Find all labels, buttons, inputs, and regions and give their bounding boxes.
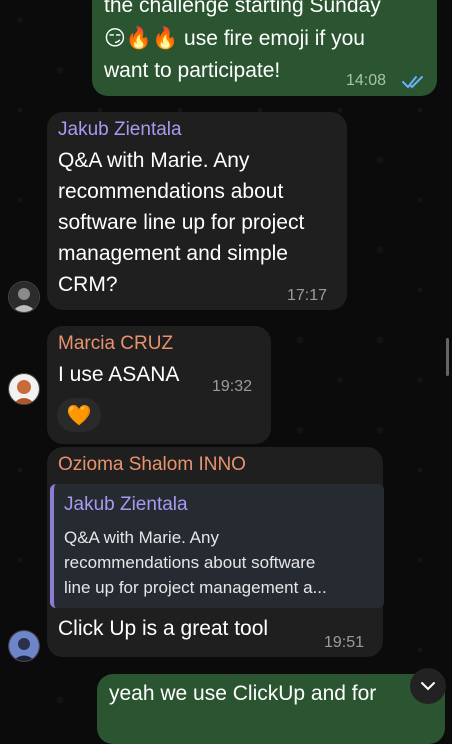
quote-sender-name: Jakub Zientala [64,494,188,515]
quote-text-line: Q&A with Marie. Any [64,528,219,547]
incoming-message-bubble[interactable]: Jakub Zientala Q&A with Marie. Any recom… [47,112,347,310]
message-text: Click Up is a great tool [58,617,269,640]
scroll-to-bottom-button[interactable] [410,668,446,704]
incoming-message-bubble[interactable]: Marcia CRUZ I use ASANA 19:32 🧡 [47,326,271,444]
quote-text-line: line up for project management a... [64,578,327,597]
message-text-line: want to participate! [104,59,281,82]
message-time: 14:08 [346,72,387,89]
sender-name[interactable]: Jakub Zientala [58,118,182,142]
message-time: 19:32 [212,378,253,395]
avatar[interactable] [8,281,40,313]
avatar[interactable] [8,630,40,662]
message-text-line: Q&A with Marie. Any [58,149,250,172]
message-time: 19:51 [324,634,365,651]
scroll-indicator[interactable] [446,338,449,376]
avatar[interactable] [8,373,40,405]
user-photo-icon [9,374,39,404]
message-text-line: software line up for project [58,211,305,234]
orange-heart-icon: 🧡 [66,404,92,427]
message-text-line: management and simple [58,242,288,265]
message-text-line: 😏🔥🔥 use fire emoji if you [104,27,365,50]
outgoing-message-bubble[interactable]: the challenge starting Sunday 😏🔥🔥 use fi… [92,0,437,96]
message-text-line: CRM? [58,273,118,296]
quote-text-line: recommendations about software [64,553,316,572]
sender-name[interactable]: Ozioma Shalom INNO [58,453,246,477]
user-photo-icon [9,282,39,312]
reaction-chip[interactable]: 🧡 [57,398,101,432]
user-photo-icon [9,631,39,661]
message-text-line: recommendations about [58,180,284,203]
outgoing-message-bubble[interactable]: yeah we use ClickUp and for [97,674,445,744]
message-time: 17:17 [287,287,328,304]
reply-quote[interactable]: Jakub Zientala Q&A with Marie. Any recom… [50,484,384,608]
message-text-line: yeah we use ClickUp and for [109,682,377,705]
chevron-down-icon [421,682,435,691]
message-text-line: the challenge starting Sunday [104,0,381,17]
message-text: I use ASANA [58,363,180,386]
double-check-icon [402,76,423,89]
sender-name[interactable]: Marcia CRUZ [58,332,173,356]
